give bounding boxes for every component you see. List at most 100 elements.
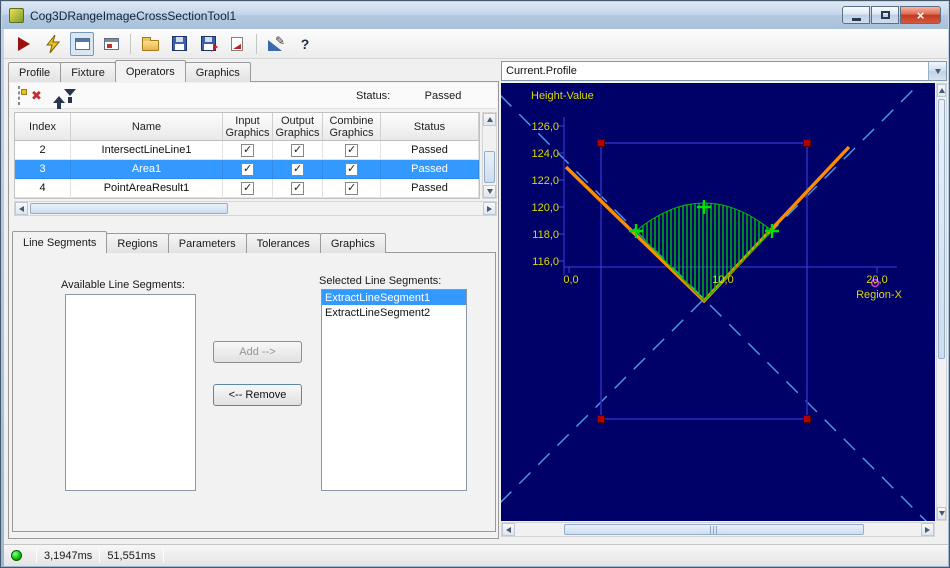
list-item[interactable]: ExtractLineSegment1 bbox=[322, 290, 466, 305]
table-vertical-scrollbar[interactable] bbox=[482, 112, 497, 199]
cell-status[interactable]: Passed bbox=[381, 179, 479, 198]
column-header-input-graphics[interactable]: Input Graphics bbox=[223, 113, 273, 141]
column-header-index[interactable]: Index bbox=[15, 113, 71, 141]
tab-operators[interactable]: Operators bbox=[114, 60, 186, 82]
scroll-grip-icon bbox=[709, 525, 719, 534]
profile-graph-display[interactable]: Height-Value 126,0 124,0 122,0 120,0 118… bbox=[480, 61, 942, 537]
input-graphics-checkbox[interactable] bbox=[241, 181, 254, 195]
cell-status[interactable]: Passed bbox=[381, 160, 479, 179]
available-line-segments-list[interactable] bbox=[65, 294, 196, 491]
cell-index[interactable]: 3 bbox=[15, 160, 71, 179]
selected-line-segments-list[interactable]: ExtractLineSegment1 ExtractLineSegment2 bbox=[321, 289, 467, 491]
tab-regions[interactable]: Regions bbox=[106, 233, 169, 253]
cell-combine-graphics[interactable] bbox=[323, 179, 381, 198]
cell-name[interactable]: Area1 bbox=[71, 160, 223, 179]
cell-combine-graphics[interactable] bbox=[323, 160, 381, 179]
cell-combine-graphics[interactable] bbox=[323, 141, 381, 160]
open-folder-icon bbox=[141, 37, 159, 51]
horizontal-scroll-thumb[interactable] bbox=[564, 524, 864, 535]
cell-name[interactable]: IntersectLineLine1 bbox=[71, 141, 223, 160]
tool-display-toggle-button[interactable] bbox=[70, 31, 94, 56]
cell-output-graphics[interactable] bbox=[273, 141, 323, 160]
tab-graphics[interactable]: Graphics bbox=[184, 62, 251, 82]
titlebar[interactable]: Cog3DRangeImageCrossSectionTool1 × bbox=[2, 2, 948, 29]
import-button[interactable] bbox=[225, 32, 249, 56]
tab-parameters[interactable]: Parameters bbox=[167, 233, 247, 253]
horizontal-scroll-thumb[interactable] bbox=[30, 203, 228, 214]
x-tick-label: 10,0 bbox=[712, 274, 733, 286]
minimize-button[interactable] bbox=[842, 6, 870, 24]
remove-button[interactable]: <-- Remove bbox=[213, 384, 302, 406]
tab-line-segments[interactable]: Line Segments bbox=[12, 231, 108, 253]
run-loop-button[interactable] bbox=[41, 32, 65, 56]
graph-vertical-scrollbar[interactable] bbox=[936, 83, 947, 521]
combo-dropdown-button[interactable] bbox=[928, 62, 946, 80]
scroll-up-button[interactable] bbox=[937, 84, 946, 97]
combine-graphics-checkbox[interactable] bbox=[345, 143, 358, 157]
cell-output-graphics[interactable] bbox=[273, 160, 323, 179]
y-axis-title: Height-Value bbox=[531, 90, 594, 102]
combine-graphics-checkbox[interactable] bbox=[345, 181, 358, 195]
vertical-scroll-thumb[interactable] bbox=[484, 151, 495, 183]
status-value: Passed bbox=[424, 89, 462, 102]
crosshair-diagonals bbox=[480, 61, 942, 537]
operators-table: Index Name Input Graphics Output Graphic… bbox=[14, 112, 480, 199]
y-tick-label: 124,0 bbox=[531, 148, 559, 160]
app-icon bbox=[9, 8, 24, 23]
vertical-scroll-thumb[interactable] bbox=[938, 99, 945, 359]
close-button[interactable]: × bbox=[900, 6, 941, 24]
tab-graphics-sub[interactable]: Graphics bbox=[319, 233, 386, 253]
scroll-down-button[interactable] bbox=[483, 185, 496, 198]
scroll-left-button[interactable] bbox=[502, 523, 515, 536]
cell-input-graphics[interactable] bbox=[223, 141, 273, 160]
run-loop-lightning-icon bbox=[46, 34, 60, 53]
cell-output-graphics[interactable] bbox=[273, 179, 323, 198]
statusbar-separator bbox=[36, 548, 37, 563]
maximize-button[interactable] bbox=[871, 6, 899, 24]
tab-fixture[interactable]: Fixture bbox=[60, 62, 116, 82]
open-button[interactable] bbox=[138, 32, 162, 56]
cell-input-graphics[interactable] bbox=[223, 179, 273, 198]
column-header-status[interactable]: Status bbox=[381, 113, 479, 141]
result-display-button[interactable] bbox=[99, 32, 123, 56]
combine-graphics-checkbox[interactable] bbox=[345, 162, 358, 176]
cell-name[interactable]: PointAreaResult1 bbox=[71, 179, 223, 198]
input-graphics-checkbox[interactable] bbox=[241, 162, 254, 176]
output-graphics-checkbox[interactable] bbox=[291, 181, 304, 195]
tab-tolerances[interactable]: Tolerances bbox=[245, 233, 321, 253]
column-header-name[interactable]: Name bbox=[71, 113, 223, 141]
add-button[interactable]: Add --> bbox=[213, 341, 302, 363]
scroll-right-button[interactable] bbox=[483, 202, 496, 215]
delete-operator-button[interactable]: ✖ bbox=[31, 87, 42, 105]
record-selector-combo[interactable]: Current.Profile bbox=[501, 61, 947, 81]
help-button[interactable]: ? bbox=[293, 32, 317, 56]
list-item[interactable]: ExtractLineSegment2 bbox=[322, 305, 466, 320]
run-button[interactable] bbox=[12, 32, 36, 56]
delete-operator-icon: ✖ bbox=[31, 87, 42, 103]
scroll-down-button[interactable] bbox=[937, 507, 946, 520]
column-header-combine-graphics[interactable]: Combine Graphics bbox=[323, 113, 381, 141]
edit-tool-button[interactable]: ✎ bbox=[264, 32, 288, 56]
tab-profile[interactable]: Profile bbox=[8, 62, 62, 82]
new-operator-icon bbox=[18, 85, 20, 105]
statusbar-separator bbox=[99, 548, 101, 563]
tool-display-toggle-icon bbox=[74, 37, 90, 50]
column-header-output-graphics[interactable]: Output Graphics bbox=[273, 113, 323, 141]
graph-horizontal-scrollbar[interactable] bbox=[501, 522, 935, 537]
cell-index[interactable]: 4 bbox=[15, 179, 71, 198]
save-button[interactable] bbox=[167, 32, 191, 56]
scroll-up-button[interactable] bbox=[483, 113, 496, 126]
scroll-right-button[interactable] bbox=[921, 523, 934, 536]
output-graphics-checkbox[interactable] bbox=[291, 162, 304, 176]
cell-index[interactable]: 2 bbox=[15, 141, 71, 160]
new-operator-button[interactable] bbox=[18, 85, 20, 105]
input-graphics-checkbox[interactable] bbox=[241, 143, 254, 157]
cell-status[interactable]: Passed bbox=[381, 141, 479, 160]
table-horizontal-scrollbar[interactable] bbox=[14, 201, 497, 216]
cell-input-graphics[interactable] bbox=[223, 160, 273, 179]
save-results-button[interactable] bbox=[196, 32, 220, 56]
output-graphics-checkbox[interactable] bbox=[291, 143, 304, 157]
statusbar-separator bbox=[162, 548, 164, 563]
scroll-left-button[interactable] bbox=[15, 202, 28, 215]
area-result bbox=[635, 202, 773, 302]
